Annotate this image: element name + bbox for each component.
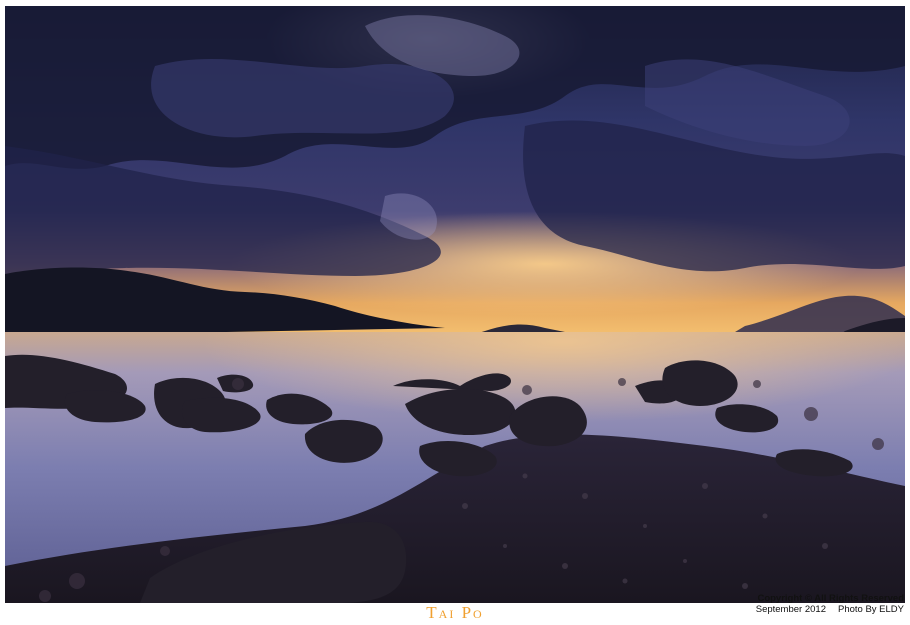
photo-date: September 2012 xyxy=(755,604,826,615)
landscape-photo xyxy=(5,6,905,603)
photographer-credit: Photo By ELDY xyxy=(837,604,904,615)
photo-credits: Copyright © All Rights Reserved Septembe… xyxy=(756,593,904,615)
copyright-notice: Copyright © All Rights Reserved xyxy=(757,593,904,604)
credits-row: September 2012 Photo By ELDY xyxy=(756,604,904,615)
seascape-illustration xyxy=(5,6,905,603)
